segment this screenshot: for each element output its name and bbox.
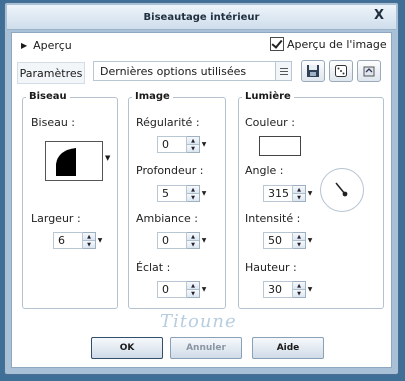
bevel-width-label: Largeur : <box>31 212 81 225</box>
bevel-shape-icon <box>56 148 76 176</box>
spin-up-icon[interactable]: ▲ <box>293 282 305 289</box>
dropdown-arrow-icon[interactable]: ▼ <box>306 281 314 298</box>
cancel-button[interactable]: Annuler <box>170 337 242 359</box>
spin-up-icon[interactable]: ▲ <box>187 282 199 289</box>
smoothness-stepper: 0 ▲ ▼ ▼ <box>157 136 208 153</box>
light-group: Lumière Couleur : Angle : 315 ▲ ▼ ▼ Inten… <box>238 91 384 309</box>
bevel-group: Biseau Biseau : ▼ Largeur : 6 ▲ ▼ ▼ <box>22 91 118 309</box>
spin-up-icon[interactable]: ▲ <box>293 186 305 193</box>
bevel-width-input[interactable]: 6 <box>53 232 83 249</box>
chevron-right-icon: ▶ <box>21 41 28 50</box>
spin-up-icon[interactable]: ▲ <box>83 233 95 240</box>
dropdown-arrow-icon[interactable]: ▼ <box>200 281 208 298</box>
preview-toggle-label: Aperçu <box>33 39 72 52</box>
dropdown-arrow-icon[interactable]: ▼ <box>96 232 104 249</box>
angle-dial-needle-icon <box>335 182 348 197</box>
spin-down-icon[interactable]: ▼ <box>293 193 305 201</box>
light-angle-stepper: 315 ▲ ▼ ▼ <box>263 185 314 202</box>
depth-label: Profondeur : <box>136 164 204 177</box>
light-angle-input[interactable]: 315 <box>263 185 293 202</box>
presets-label: Paramètres <box>17 62 85 84</box>
dropdown-arrow-icon[interactable]: ▼ <box>200 136 208 153</box>
spin-down-icon[interactable]: ▼ <box>187 193 199 201</box>
spin-down-icon[interactable]: ▼ <box>293 289 305 297</box>
preview-toggle-button[interactable]: ▶ Aperçu <box>17 37 89 54</box>
light-intensity-label: Intensité : <box>245 212 301 225</box>
light-color-swatch[interactable] <box>259 136 301 156</box>
ok-button[interactable]: OK <box>91 337 163 359</box>
save-preset-button[interactable] <box>301 60 325 82</box>
dropdown-arrow-icon[interactable]: ▼ <box>105 154 110 162</box>
light-elevation-label: Hauteur : <box>245 261 297 274</box>
image-group: Image Régularité : 0 ▲ ▼ ▼ Profondeur : 5… <box>128 91 226 309</box>
spin-down-icon[interactable]: ▼ <box>293 240 305 248</box>
light-angle-label: Angle : <box>245 164 284 177</box>
light-elevation-stepper: 30 ▲ ▼ ▼ <box>263 281 314 298</box>
randomize-button[interactable] <box>329 60 353 82</box>
light-intensity-stepper: 50 ▲ ▼ ▼ <box>263 232 314 249</box>
spin-down-icon[interactable]: ▼ <box>187 240 199 248</box>
close-button[interactable]: X <box>374 8 384 23</box>
list-icon[interactable] <box>276 61 292 81</box>
angle-dial[interactable] <box>320 168 364 212</box>
reset-button[interactable] <box>357 60 381 82</box>
help-button[interactable]: Aide <box>252 337 324 359</box>
spin-up-icon[interactable]: ▲ <box>293 233 305 240</box>
dropdown-arrow-icon[interactable]: ▼ <box>200 185 208 202</box>
save-icon <box>307 65 319 77</box>
dropdown-arrow-icon[interactable]: ▼ <box>200 232 208 249</box>
light-group-title: Lumière <box>242 91 294 102</box>
bevel-shape-label: Biseau : <box>31 116 76 129</box>
ambience-label: Ambiance : <box>136 212 199 225</box>
spin-down-icon[interactable]: ▼ <box>187 144 199 152</box>
ambience-stepper: 0 ▲ ▼ ▼ <box>157 232 208 249</box>
depth-input[interactable]: 5 <box>157 185 187 202</box>
spin-down-icon[interactable]: ▼ <box>187 289 199 297</box>
dropdown-arrow-icon[interactable]: ▼ <box>306 185 314 202</box>
bevel-group-title: Biseau <box>26 91 70 102</box>
spin-down-icon[interactable]: ▼ <box>83 240 95 248</box>
depth-stepper: 5 ▲ ▼ ▼ <box>157 185 208 202</box>
spin-up-icon[interactable]: ▲ <box>187 233 199 240</box>
light-intensity-input[interactable]: 50 <box>263 232 293 249</box>
dice-icon <box>335 65 347 77</box>
dialog-body: ▶ Aperçu Aperçu de l'image Paramètres De… <box>11 32 392 368</box>
presets-field[interactable]: Dernières options utilisées <box>93 61 276 81</box>
checkbox-checked-icon[interactable] <box>270 37 284 51</box>
ambience-input[interactable]: 0 <box>157 232 187 249</box>
bevel-shape-preview[interactable] <box>45 141 103 181</box>
shininess-input[interactable]: 0 <box>157 281 187 298</box>
preview-image-option: Aperçu de l'image <box>270 37 387 51</box>
dropdown-arrow-icon[interactable]: ▼ <box>306 232 314 249</box>
window-title: Biseautage intérieur <box>143 11 260 23</box>
smoothness-label: Régularité : <box>136 116 200 129</box>
smoothness-input[interactable]: 0 <box>157 136 187 153</box>
dialog-window: Biseautage intérieur X ▶ Aperçu Aperçu d… <box>4 2 399 375</box>
image-group-title: Image <box>132 91 173 102</box>
spin-up-icon[interactable]: ▲ <box>187 186 199 193</box>
title-bar: Biseautage intérieur X <box>7 5 396 30</box>
reset-icon <box>363 66 375 77</box>
light-elevation-input[interactable]: 30 <box>263 281 293 298</box>
light-color-label: Couleur : <box>245 116 295 129</box>
shininess-stepper: 0 ▲ ▼ ▼ <box>157 281 208 298</box>
spin-up-icon[interactable]: ▲ <box>187 137 199 144</box>
preview-image-label: Aperçu de l'image <box>287 37 387 51</box>
watermark: Titoune <box>160 311 237 332</box>
shininess-label: Éclat : <box>136 261 171 274</box>
bevel-width-stepper: 6 ▲ ▼ ▼ <box>53 232 104 249</box>
